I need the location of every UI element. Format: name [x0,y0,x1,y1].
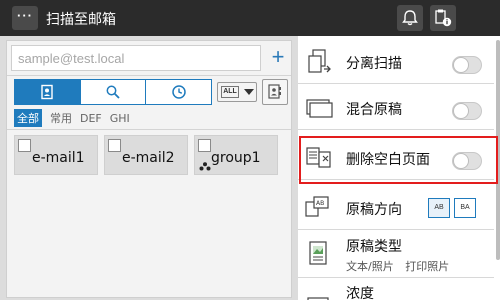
svg-text:AB: AB [316,200,324,207]
divider [7,129,291,130]
direction-option-ba[interactable]: BA [454,198,476,218]
tab-search[interactable] [80,80,147,104]
original-type-values: 文本/照片 打印照片 [346,258,449,274]
photo-document-icon [309,241,327,265]
chevron-down-icon [244,89,254,95]
setting-label: 原稿类型 [346,239,402,255]
address-tabs [14,79,212,105]
notification-button[interactable] [397,5,423,31]
top-bar: ··· 扫描至邮箱 [0,0,500,36]
tab-history[interactable] [146,80,212,104]
original-type-value: 打印照片 [405,260,450,273]
separate-scan-icon [308,49,331,73]
card-label: group1 [211,150,261,166]
original-type-value: 文本/照片 [346,260,394,273]
card-checkbox[interactable] [198,139,211,152]
highlight-box [299,136,498,184]
mixed-original-icon [306,99,333,118]
address-book-icon [41,84,54,100]
setting-separate-scan[interactable]: 分离扫描 [298,40,494,84]
filter-all[interactable]: 全部 [14,109,42,127]
address-card-group1[interactable]: group1 [194,135,278,175]
filter-all-label: ALL [221,86,239,98]
card-label: e-mail1 [32,150,85,166]
card-checkbox[interactable] [108,139,121,152]
setting-mixed-original[interactable]: 混合原稿 [298,86,494,130]
card-label: e-mail2 [122,150,175,166]
density-icon [307,297,329,300]
filter-ghi[interactable]: GHI [110,112,130,125]
address-input[interactable] [11,45,261,71]
address-book-detail-icon [268,84,281,99]
setting-label: 浓度 [346,286,374,300]
search-icon [106,85,120,99]
setting-original-type[interactable]: 原稿类型 文本/照片 打印照片 [298,232,494,278]
setting-original-direction[interactable]: AB 原稿方向 AB BA [298,186,494,230]
separate-scan-toggle[interactable] [452,56,482,74]
filter-dropdown[interactable]: ALL [217,82,257,102]
divider [7,75,291,76]
original-direction-icon: AB [305,196,329,217]
clock-icon [171,85,186,99]
tab-address-book[interactable] [15,80,81,104]
setting-label: 原稿方向 [346,202,402,218]
address-panel: + ALL [6,40,292,298]
filter-def[interactable]: DEF [80,112,102,125]
job-info-button[interactable] [430,5,456,31]
card-checkbox[interactable] [18,139,31,152]
address-card-email2[interactable]: e-mail2 [104,135,188,175]
add-address-button[interactable]: + [267,45,289,71]
address-card-email1[interactable]: e-mail1 [14,135,98,175]
bell-icon [402,10,418,26]
setting-label: 混合原稿 [346,102,402,118]
mixed-original-toggle[interactable] [452,102,482,120]
setting-label: 分离扫描 [346,56,402,72]
app-title: 扫描至邮箱 [46,12,116,28]
address-book-detail-button[interactable] [262,79,288,105]
setting-density[interactable]: 浓度 [298,282,494,300]
group-icon [199,162,211,171]
direction-option-ab[interactable]: AB [428,198,450,218]
menu-button[interactable]: ··· [12,6,38,30]
filter-favorites[interactable]: 常用 [50,110,72,126]
filter-row: 全部 常用 DEF GHI [14,109,138,127]
clipboard-info-icon [435,9,452,27]
